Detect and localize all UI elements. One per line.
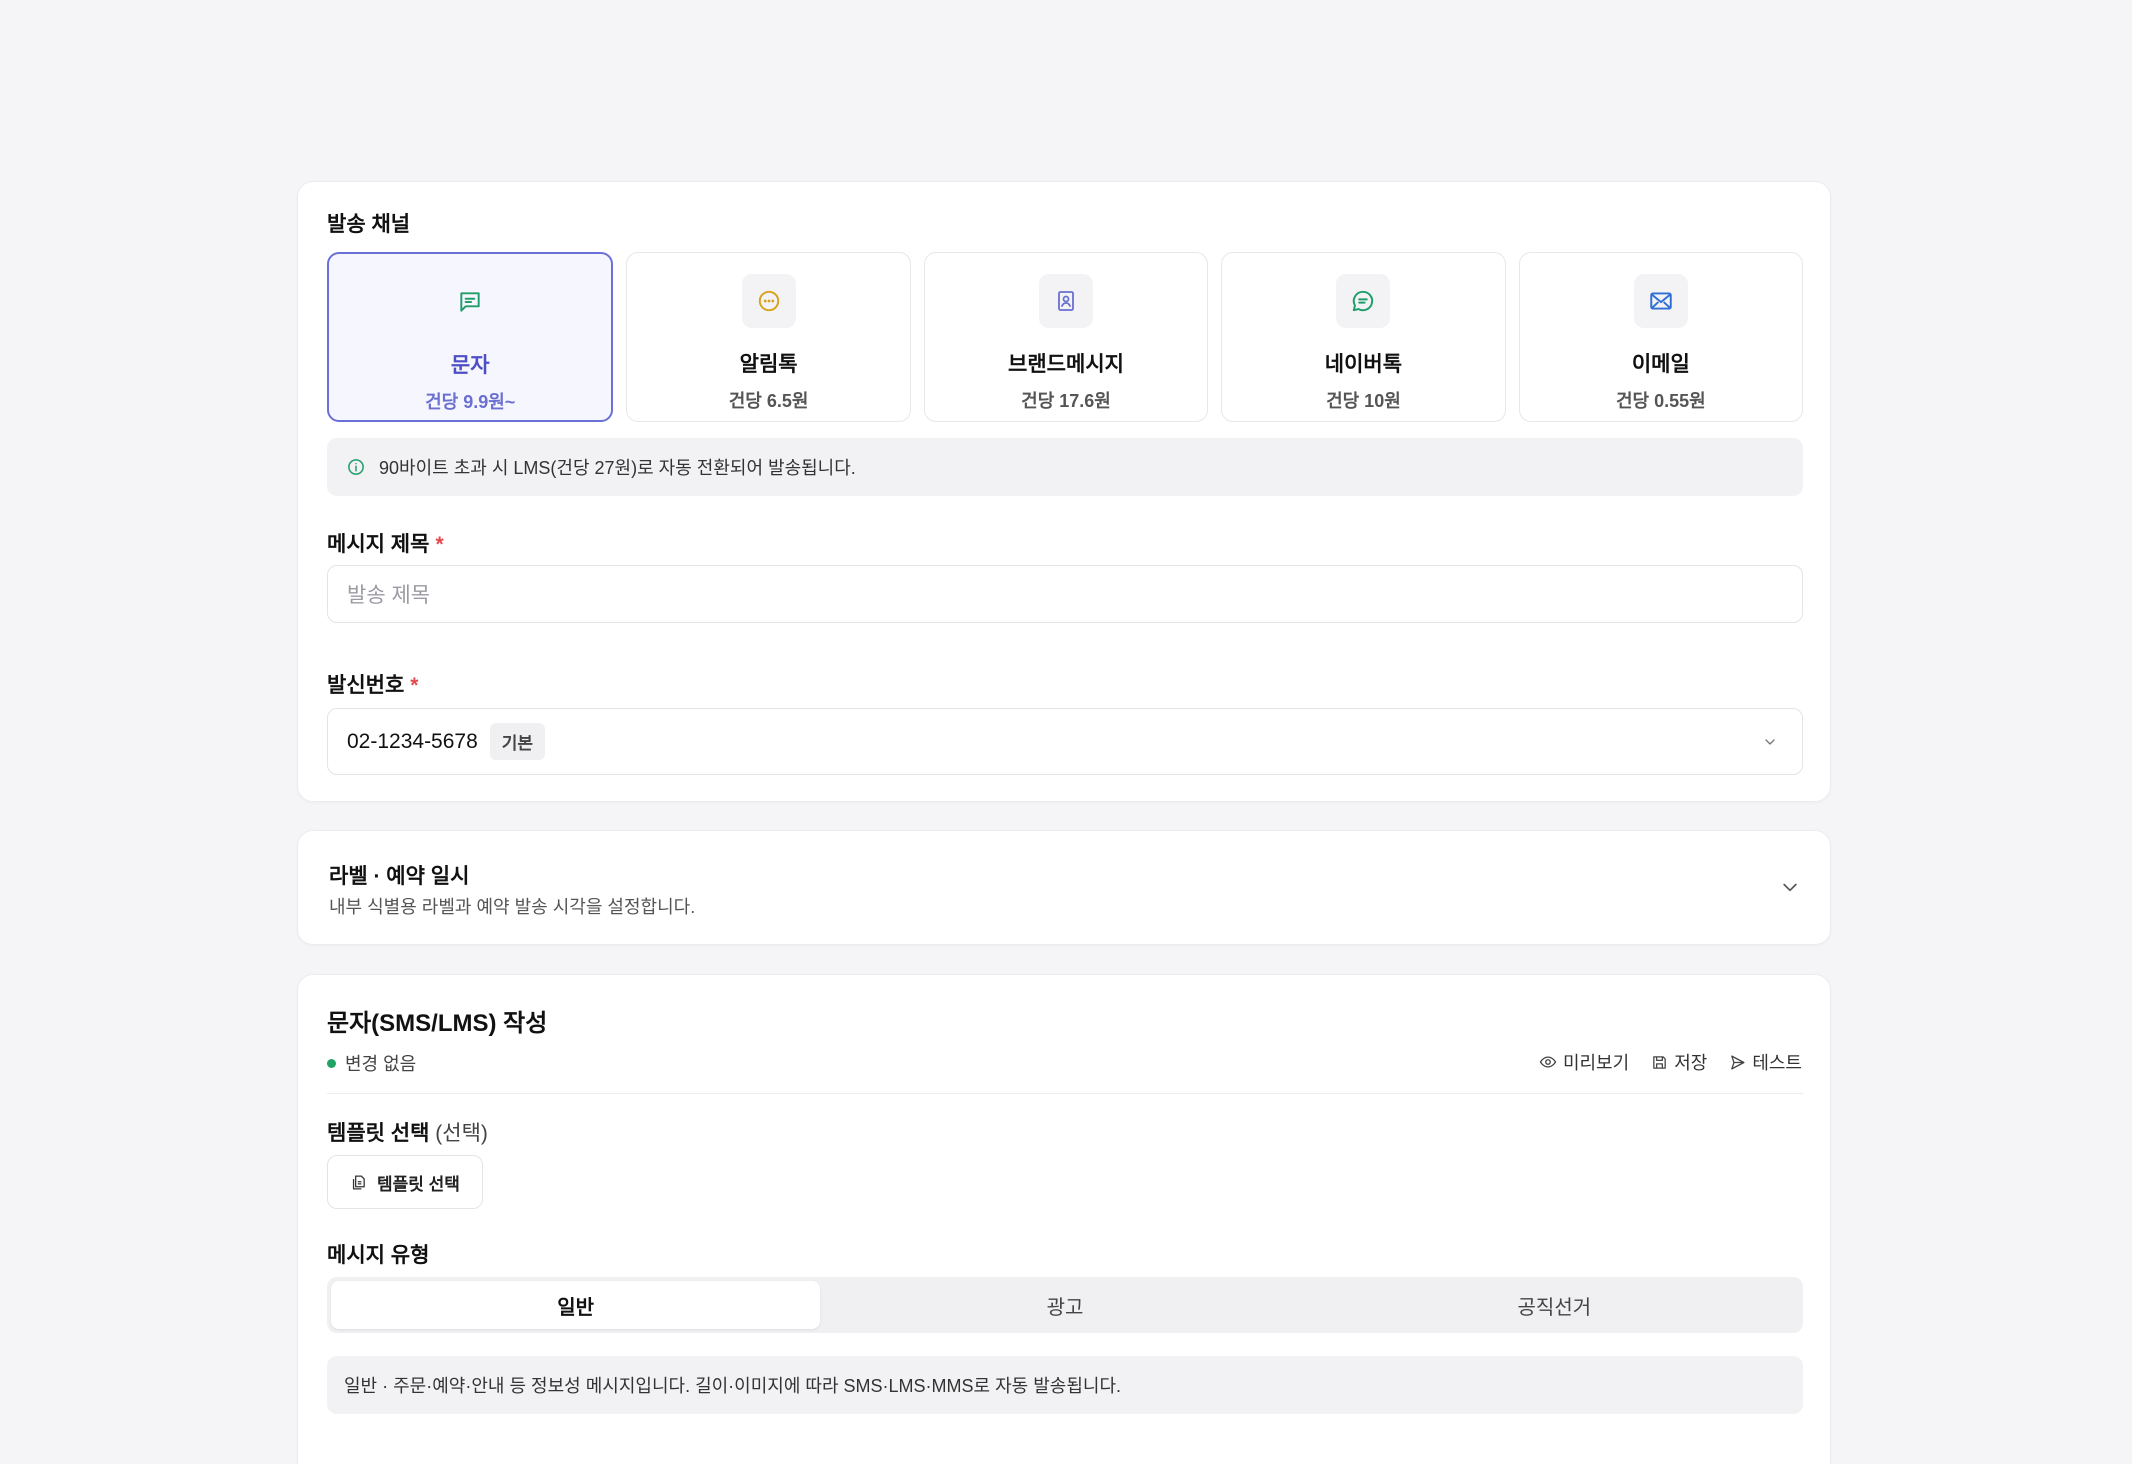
send-icon [1729,1054,1746,1071]
sender-number-label: 발신번호 * [327,674,419,697]
message-title-input[interactable]: 발송 제목 [327,565,1803,623]
chevron-down-icon[interactable] [1780,877,1800,897]
brand-message-icon [1039,274,1094,328]
save-button[interactable]: 저장 [1651,1049,1707,1075]
template-icon [350,1174,367,1191]
lms-info-text: 90바이트 초과 시 LMS(건당 27원)로 자동 전환되어 발송됩니다. [379,458,856,478]
message-title-placeholder: 발송 제목 [347,584,431,607]
channel-name: 문자 [450,354,490,377]
chevron-down-icon [1762,734,1778,750]
sms-icon [443,275,497,329]
channel-navertalk[interactable]: 네이버톡 건당 10원 [1221,252,1506,422]
channel-name: 브랜드메시지 [1008,353,1124,376]
page: 발송 채널 문자 건당 9.9원~ 알림톡 건당 6.5원 브랜드메시지 건당 … [0,0,2132,1464]
channel-name: 네이버톡 [1324,353,1403,376]
sender-number-select[interactable]: 02-1234-5678 기본 [327,708,1803,775]
message-type-ad[interactable]: 광고 [820,1281,1309,1329]
channel-email[interactable]: 이메일 건당 0.55원 [1518,252,1804,422]
channel-alimtalk[interactable]: 알림톡 건당 6.5원 [626,252,911,422]
preview-button[interactable]: 미리보기 [1539,1049,1629,1075]
email-icon [1633,274,1688,328]
template-select-button[interactable]: 템플릿 선택 [327,1155,483,1209]
sender-number-value: 02-1234-5678 [347,729,478,753]
eye-icon [1539,1053,1557,1071]
status-text: 변경 없음 [345,1054,417,1074]
message-title-label: 메시지 제목 * [327,533,444,556]
channel-price: 건당 17.6원 [1021,391,1111,411]
message-type-election[interactable]: 공직선거 [1310,1281,1799,1329]
channel-price: 건당 9.9원~ [425,392,516,412]
channel-name: 이메일 [1631,353,1690,376]
label-schedule-title: 라벨 · 예약 일시 [329,865,470,888]
alimtalk-icon [741,274,796,328]
channel-settings-card: 발송 채널 문자 건당 9.9원~ 알림톡 건당 6.5원 브랜드메시지 건당 … [297,181,1831,802]
message-type-note: 일반 · 주문·예약·안내 등 정보성 메시지입니다. 길이·이미지에 따라 S… [327,1356,1803,1414]
divider [327,1093,1803,1094]
message-type-label: 메시지 유형 [327,1244,430,1267]
navertalk-icon [1336,274,1391,328]
channel-sms[interactable]: 문자 건당 9.9원~ [327,252,614,422]
channel-section-label: 발송 채널 [327,213,411,236]
status-dot [327,1058,336,1068]
composer-card: 문자(SMS/LMS) 작성 변경 없음 미리보기 저장 테스트 템플릿 선택 … [297,974,1831,1464]
channel-list: 문자 건당 9.9원~ 알림톡 건당 6.5원 브랜드메시지 건당 17.6원 … [327,252,1804,422]
change-status: 변경 없음 [327,1050,416,1076]
channel-brand-message[interactable]: 브랜드메시지 건당 17.6원 [923,252,1209,422]
label-schedule-card[interactable]: 라벨 · 예약 일시 내부 식별용 라벨과 예약 발송 시각을 설정합니다. [297,830,1831,945]
channel-name: 알림톡 [739,353,798,376]
label-schedule-description: 내부 식별용 라벨과 예약 발송 시각을 설정합니다. [329,897,696,917]
message-type-segmented: 일반 광고 공직선거 [327,1277,1803,1333]
info-icon [347,458,365,476]
template-label: 템플릿 선택 (선택) [327,1122,488,1145]
channel-price: 건당 10원 [1326,391,1401,411]
channel-price: 건당 6.5원 [728,391,809,411]
test-send-button[interactable]: 테스트 [1729,1049,1802,1075]
lms-info-banner: 90바이트 초과 시 LMS(건당 27원)로 자동 전환되어 발송됩니다. [327,438,1803,496]
channel-price: 건당 0.55원 [1615,391,1706,411]
composer-title: 문자(SMS/LMS) 작성 [327,1010,548,1037]
default-badge: 기본 [489,723,546,760]
message-type-general[interactable]: 일반 [331,1281,821,1329]
save-icon [1651,1054,1668,1071]
composer-actions: 미리보기 저장 테스트 [1539,1049,1802,1075]
